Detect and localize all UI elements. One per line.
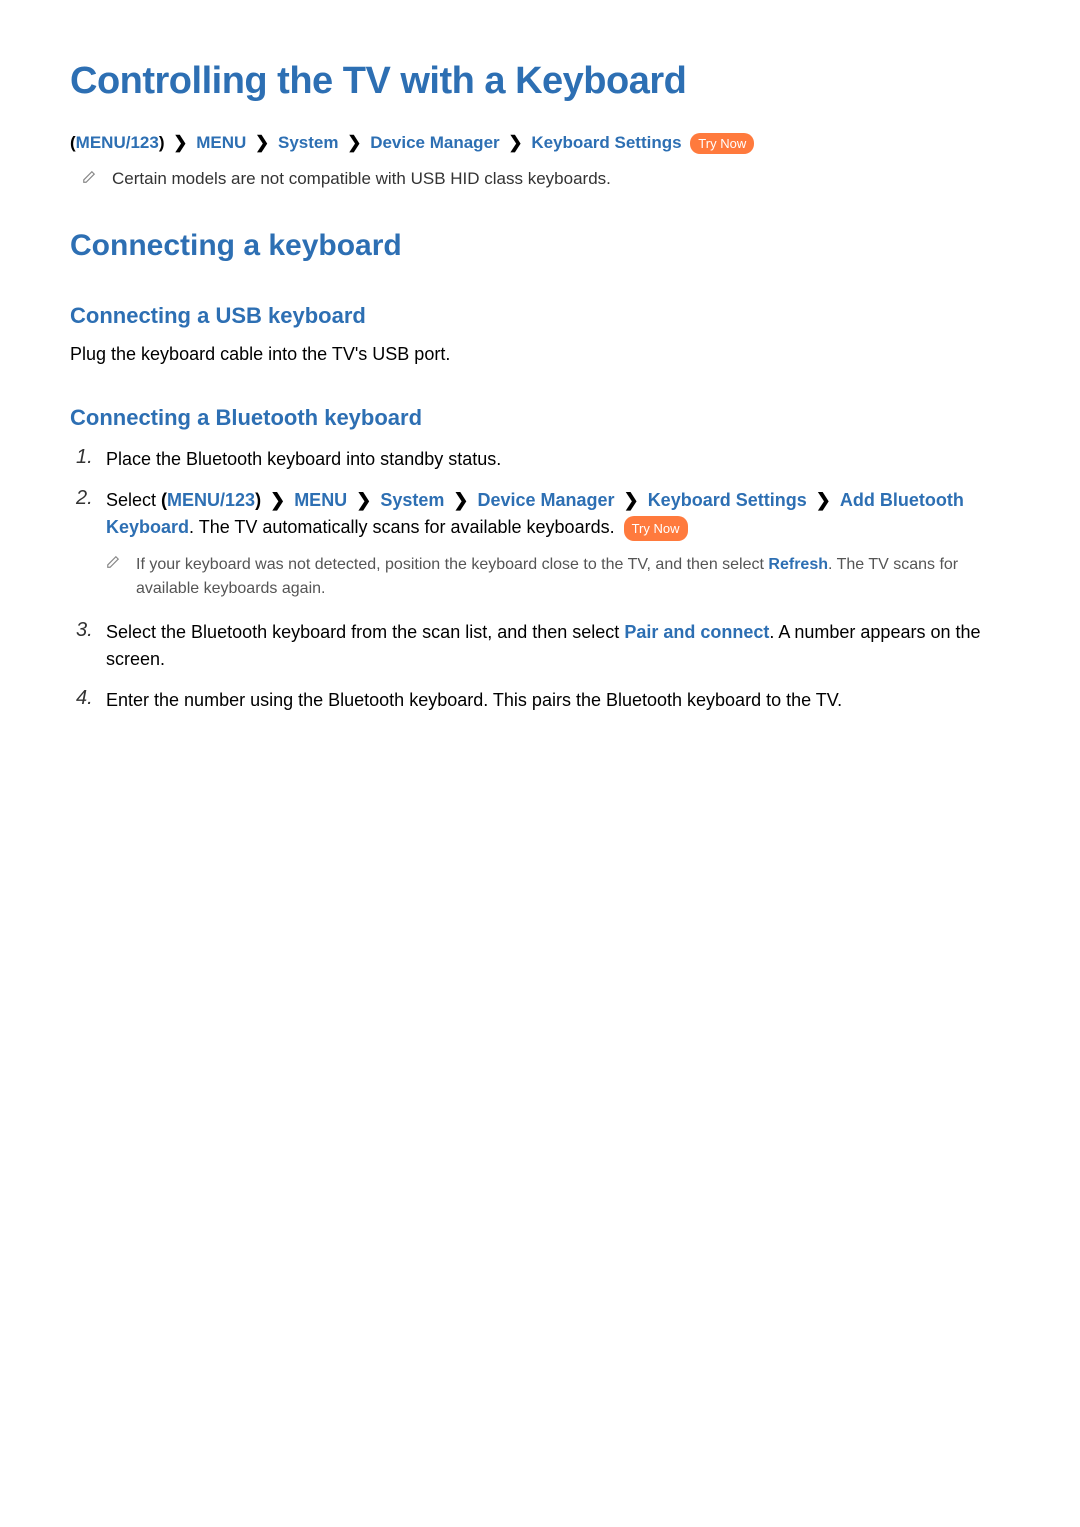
step-content: Select (MENU/123) ❯ MENU ❯ System ❯ Devi…	[106, 487, 1010, 605]
bc-system[interactable]: System	[278, 133, 338, 152]
bc-keyboard-settings[interactable]: Keyboard Settings	[531, 133, 681, 152]
note-part-a: If your keyboard was not detected, posit…	[136, 556, 768, 573]
paren-close: )	[255, 490, 261, 510]
note-text: If your keyboard was not detected, posit…	[136, 553, 1010, 601]
bc-device-manager[interactable]: Device Manager	[370, 133, 499, 152]
bc-keyboard-settings[interactable]: Keyboard Settings	[648, 490, 807, 510]
note-text: Certain models are not compatible with U…	[112, 169, 611, 189]
section-connecting-keyboard: Connecting a keyboard	[70, 229, 1010, 263]
step-number: 2.	[76, 487, 106, 510]
bc-device-manager[interactable]: Device Manager	[477, 490, 614, 510]
bluetooth-steps: 1. Place the Bluetooth keyboard into sta…	[70, 446, 1010, 714]
try-now-button[interactable]: Try Now	[624, 516, 688, 542]
chevron-right-icon: ❯	[816, 487, 831, 514]
chevron-right-icon: ❯	[347, 133, 361, 153]
step-3: 3. Select the Bluetooth keyboard from th…	[70, 619, 1010, 673]
step-text: Enter the number using the Bluetooth key…	[106, 687, 1010, 714]
try-now-button[interactable]: Try Now	[690, 133, 754, 154]
chevron-right-icon: ❯	[270, 487, 285, 514]
compatibility-note: Certain models are not compatible with U…	[82, 169, 1010, 189]
chevron-right-icon: ❯	[624, 487, 639, 514]
chevron-right-icon: ❯	[508, 133, 522, 153]
bc-menu[interactable]: MENU	[294, 490, 347, 510]
pencil-icon	[106, 554, 120, 577]
paren-close: )	[159, 133, 165, 152]
chevron-right-icon: ❯	[255, 133, 269, 153]
refresh-link[interactable]: Refresh	[768, 556, 828, 573]
chevron-right-icon: ❯	[356, 487, 371, 514]
step-number: 4.	[76, 687, 106, 710]
step-1: 1. Place the Bluetooth keyboard into sta…	[70, 446, 1010, 473]
chevron-right-icon: ❯	[173, 133, 187, 153]
subtitle-usb-keyboard: Connecting a USB keyboard	[70, 303, 1010, 329]
step-number: 1.	[76, 446, 106, 469]
page-title: Controlling the TV with a Keyboard	[70, 60, 1010, 103]
step-2: 2. Select (MENU/123) ❯ MENU ❯ System ❯ D…	[70, 487, 1010, 605]
usb-keyboard-body: Plug the keyboard cable into the TV's US…	[70, 344, 1010, 365]
step-4: 4. Enter the number using the Bluetooth …	[70, 687, 1010, 714]
bc-system[interactable]: System	[380, 490, 444, 510]
bc-menu123[interactable]: MENU/123	[76, 133, 159, 152]
step-part-a: Select the Bluetooth keyboard from the s…	[106, 622, 624, 642]
step-prefix: Select	[106, 490, 161, 510]
step-suffix: . The TV automatically scans for availab…	[189, 517, 620, 537]
breadcrumb-main: (MENU/123) ❯ MENU ❯ System ❯ Device Mana…	[70, 133, 1010, 154]
pair-and-connect-link[interactable]: Pair and connect	[624, 622, 769, 642]
bc-menu123[interactable]: MENU/123	[167, 490, 255, 510]
step-text: Place the Bluetooth keyboard into standb…	[106, 446, 1010, 473]
bc-menu[interactable]: MENU	[196, 133, 246, 152]
pencil-icon	[82, 170, 96, 188]
step-number: 3.	[76, 619, 106, 642]
subtitle-bluetooth-keyboard: Connecting a Bluetooth keyboard	[70, 405, 1010, 431]
step-text: Select the Bluetooth keyboard from the s…	[106, 619, 1010, 673]
chevron-right-icon: ❯	[453, 487, 468, 514]
step-2-note: If your keyboard was not detected, posit…	[106, 553, 1010, 601]
